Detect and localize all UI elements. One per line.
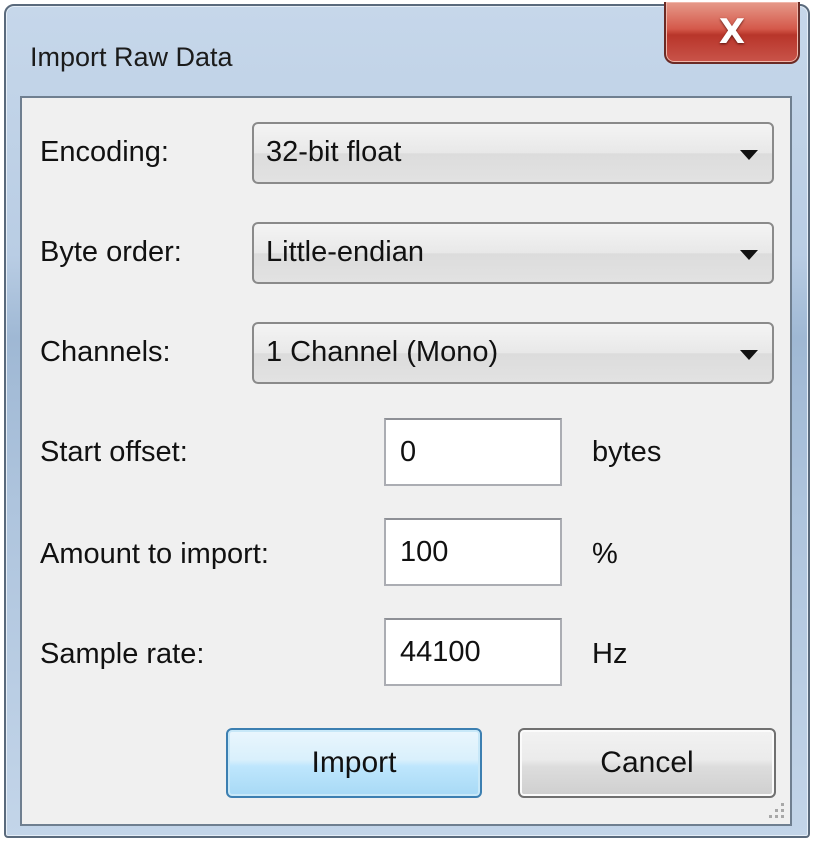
encoding-dropdown[interactable]: 32-bit float (252, 122, 774, 184)
byte-order-value: Little-endian (266, 236, 424, 268)
cancel-button[interactable]: Cancel (518, 728, 776, 798)
close-button[interactable]: X (664, 2, 800, 64)
resize-grip-icon[interactable] (766, 800, 784, 818)
dialog-title: Import Raw Data (30, 42, 233, 72)
amount-to-import-label: Amount to import: (40, 538, 269, 570)
channels-value: 1 Channel (Mono) (266, 336, 499, 368)
sample-rate-input[interactable]: 44100 (384, 618, 562, 686)
sample-rate-unit: Hz (592, 638, 628, 670)
import-raw-data-dialog: Import Raw Data X Encoding: 32-bit float… (4, 2, 810, 838)
sample-rate-value: 44100 (400, 636, 481, 668)
start-offset-label: Start offset: (40, 436, 188, 468)
amount-to-import-input[interactable]: 100 (384, 518, 562, 586)
chevron-down-icon (740, 150, 758, 160)
title-bar[interactable]: Import Raw Data X (6, 2, 808, 94)
dialog-body: Encoding: 32-bit float Byte order: Littl… (20, 96, 792, 826)
channels-dropdown[interactable]: 1 Channel (Mono) (252, 322, 774, 384)
channels-label: Channels: (40, 336, 171, 368)
sample-rate-label: Sample rate: (40, 638, 205, 670)
byte-order-dropdown[interactable]: Little-endian (252, 222, 774, 284)
chevron-down-icon (740, 350, 758, 360)
encoding-value: 32-bit float (266, 136, 402, 168)
encoding-label: Encoding: (40, 136, 169, 168)
amount-to-import-value: 100 (400, 536, 449, 568)
close-icon: X (718, 12, 746, 52)
byte-order-label: Byte order: (40, 236, 182, 268)
start-offset-value: 0 (400, 436, 417, 468)
start-offset-unit: bytes (592, 436, 662, 468)
import-button[interactable]: Import (226, 728, 482, 798)
amount-to-import-unit: % (592, 538, 618, 570)
start-offset-input[interactable]: 0 (384, 418, 562, 486)
chevron-down-icon (740, 250, 758, 260)
